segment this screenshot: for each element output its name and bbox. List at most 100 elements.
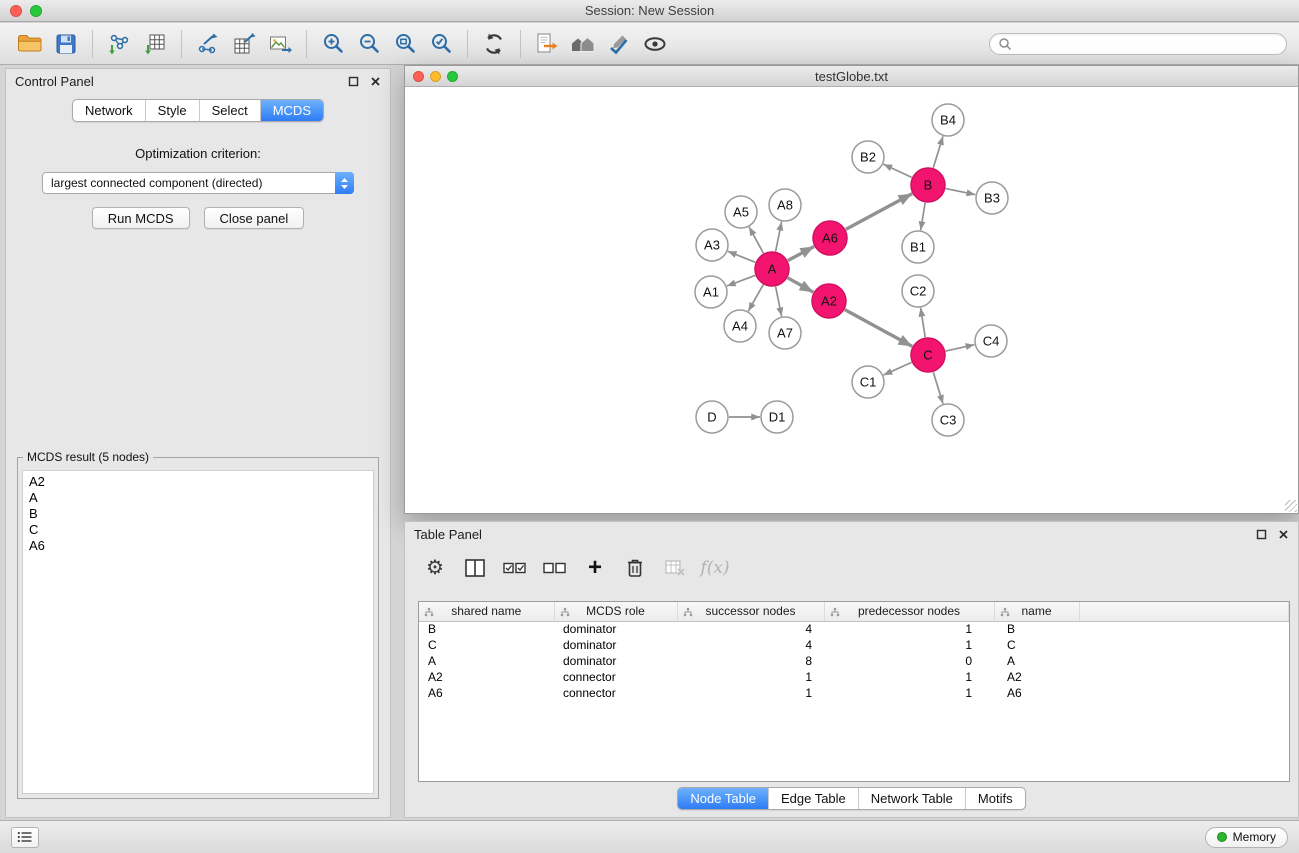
table-header-row[interactable]: shared nameMCDS rolesuccessor nodesprede… — [419, 602, 1289, 621]
web-export-icon[interactable] — [529, 28, 565, 60]
node-B[interactable]: B — [911, 168, 945, 202]
node-A5[interactable]: A5 — [725, 196, 757, 228]
table-cell[interactable]: dominator — [554, 653, 677, 669]
zoom-in-icon[interactable] — [315, 28, 351, 60]
table-cell[interactable]: 8 — [677, 653, 824, 669]
edge-A-A1[interactable] — [727, 275, 755, 286]
mcds-result-item[interactable]: A — [29, 490, 367, 506]
node-D1[interactable]: D1 — [761, 401, 793, 433]
graphics-details-icon[interactable] — [637, 28, 673, 60]
table-cell[interactable]: 1 — [824, 637, 994, 653]
node-B1[interactable]: B1 — [902, 231, 934, 263]
import-network-icon[interactable] — [101, 28, 137, 60]
table-cell[interactable]: C — [419, 637, 554, 653]
criterion-dropdown[interactable]: largest connected component (directed) — [42, 172, 354, 194]
close-panel-button[interactable]: Close panel — [204, 207, 305, 229]
node-B4[interactable]: B4 — [932, 104, 964, 136]
table-cell[interactable]: B — [994, 621, 1079, 637]
control-tab-mcds[interactable]: MCDS — [260, 100, 323, 121]
table-cell[interactable]: 4 — [677, 621, 824, 637]
close-window-button[interactable] — [10, 5, 22, 17]
open-session-icon[interactable] — [12, 28, 48, 60]
table-cell[interactable]: dominator — [554, 637, 677, 653]
deselect-all-icon[interactable] — [541, 555, 569, 581]
node-B3[interactable]: B3 — [976, 182, 1008, 214]
edge-A-A2[interactable] — [788, 278, 814, 292]
control-tab-select[interactable]: Select — [199, 100, 260, 121]
node-A2[interactable]: A2 — [812, 284, 846, 318]
node-table[interactable]: shared nameMCDS rolesuccessor nodesprede… — [418, 601, 1290, 782]
table-cell[interactable]: A — [994, 653, 1079, 669]
export-table-icon[interactable] — [226, 28, 262, 60]
edge-A-A5[interactable] — [749, 227, 763, 253]
node-A8[interactable]: A8 — [769, 189, 801, 221]
table-cell[interactable]: B — [419, 621, 554, 637]
node-C3[interactable]: C3 — [932, 404, 964, 436]
select-all-icon[interactable] — [501, 555, 529, 581]
edge-A-A4[interactable] — [748, 285, 763, 312]
edge-A2-C[interactable] — [845, 310, 912, 347]
edge-A-A3[interactable] — [728, 251, 756, 262]
node-A7[interactable]: A7 — [769, 317, 801, 349]
delete-column-icon[interactable] — [621, 555, 649, 581]
column-header[interactable]: shared name — [419, 602, 554, 621]
table-cell[interactable]: 1 — [824, 669, 994, 685]
node-A3[interactable]: A3 — [696, 229, 728, 261]
table-cell[interactable]: 1 — [677, 669, 824, 685]
table-row[interactable]: Adominator80A — [419, 653, 1289, 669]
column-header[interactable]: successor nodes — [677, 602, 824, 621]
table-cell[interactable]: A2 — [419, 669, 554, 685]
table-cell[interactable]: 1 — [824, 685, 994, 701]
show-columns-icon[interactable] — [461, 555, 489, 581]
edge-A-A7[interactable] — [776, 287, 782, 317]
zoom-out-icon[interactable] — [351, 28, 387, 60]
close-table-panel-icon[interactable] — [1277, 528, 1289, 540]
edge-C-C2[interactable] — [921, 308, 926, 337]
mcds-result-item[interactable]: C — [29, 522, 367, 538]
apply-layout-icon[interactable] — [476, 28, 512, 60]
edge-B-B4[interactable] — [933, 136, 943, 168]
edge-A-A6[interactable] — [788, 247, 814, 261]
table-tab-network-table[interactable]: Network Table — [858, 788, 965, 809]
node-A4[interactable]: A4 — [724, 310, 756, 342]
network-window-titlebar[interactable]: testGlobe.txt — [405, 66, 1298, 87]
node-A1[interactable]: A1 — [695, 276, 727, 308]
node-B2[interactable]: B2 — [852, 141, 884, 173]
edge-B-B2[interactable] — [883, 164, 911, 177]
task-history-button[interactable] — [11, 827, 39, 848]
edge-B-B1[interactable] — [921, 203, 925, 230]
zoom-selected-icon[interactable] — [423, 28, 459, 60]
column-header[interactable]: predecessor nodes — [824, 602, 994, 621]
edge-A6-B[interactable] — [846, 194, 912, 230]
zoom-fit-icon[interactable] — [387, 28, 423, 60]
table-cell[interactable]: connector — [554, 669, 677, 685]
network-close-button[interactable] — [413, 71, 424, 82]
edge-C-C3[interactable] — [933, 372, 943, 404]
edge-B-B3[interactable] — [946, 189, 976, 195]
import-table-icon[interactable] — [137, 28, 173, 60]
table-mode-icon[interactable]: ⚙ — [421, 555, 449, 581]
node-C[interactable]: C — [911, 338, 945, 372]
node-C4[interactable]: C4 — [975, 325, 1007, 357]
table-cell[interactable]: C — [994, 637, 1079, 653]
column-header[interactable]: name — [994, 602, 1079, 621]
table-row[interactable]: Cdominator41C — [419, 637, 1289, 653]
network-graph[interactable]: B4B2BB3A5A8A6B1A3AC2A1A2A4A7C4CC1C3DD1 — [405, 87, 1298, 513]
mcds-result-item[interactable]: A6 — [29, 538, 367, 554]
node-C2[interactable]: C2 — [902, 275, 934, 307]
column-header[interactable]: MCDS role — [554, 602, 677, 621]
edge-C-C1[interactable] — [884, 362, 912, 375]
table-tab-node-table[interactable]: Node Table — [678, 788, 768, 809]
network-zoom-button[interactable] — [447, 71, 458, 82]
select-mode-icon[interactable] — [601, 28, 637, 60]
delete-table-icon[interactable] — [661, 555, 689, 581]
network-canvas[interactable]: B4B2BB3A5A8A6B1A3AC2A1A2A4A7C4CC1C3DD1 — [405, 87, 1298, 513]
mcds-result-item[interactable]: A2 — [29, 474, 367, 490]
table-cell[interactable]: A — [419, 653, 554, 669]
table-cell[interactable]: connector — [554, 685, 677, 701]
run-mcds-button[interactable]: Run MCDS — [92, 207, 190, 229]
node-A[interactable]: A — [755, 252, 789, 286]
mcds-result-item[interactable]: B — [29, 506, 367, 522]
table-cell[interactable]: 4 — [677, 637, 824, 653]
memory-button[interactable]: Memory — [1205, 827, 1288, 848]
